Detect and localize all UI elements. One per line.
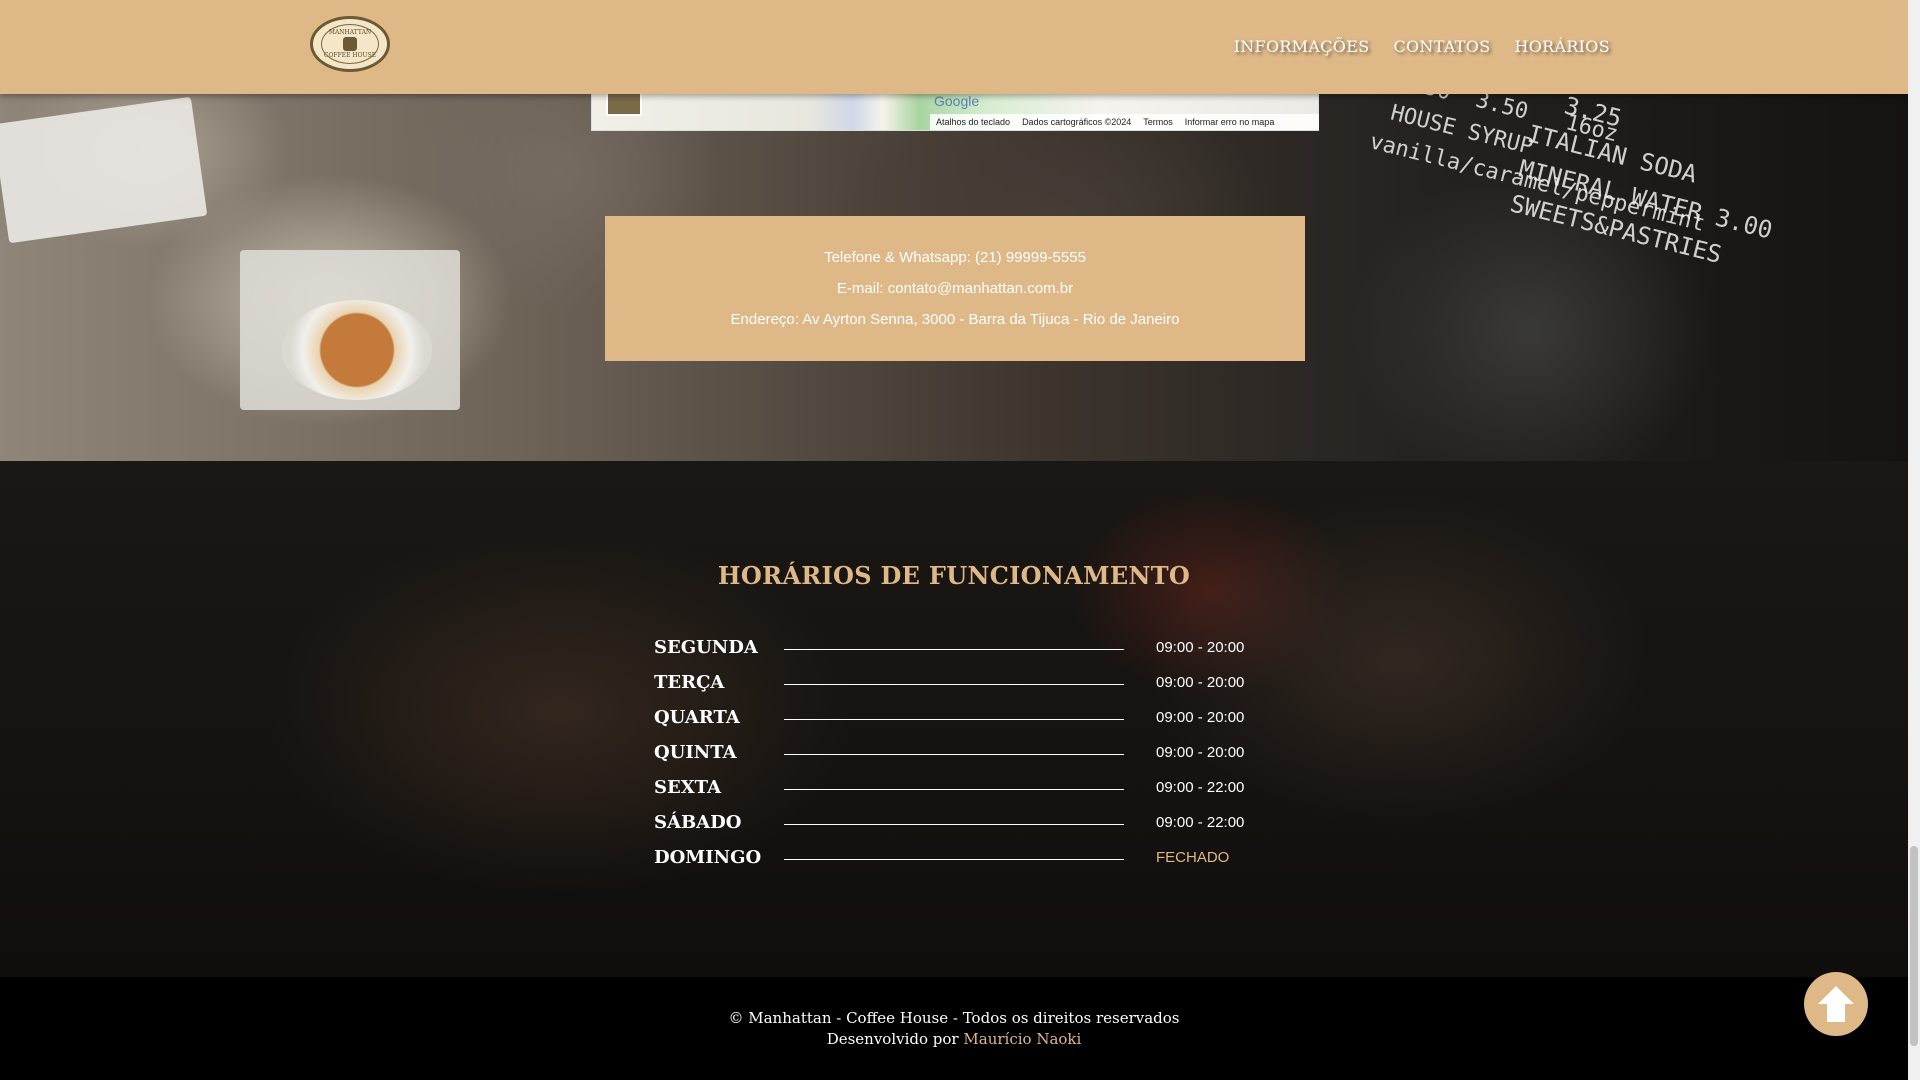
site-logo[interactable]: MANHATTAN COFFEE HOUSE: [310, 16, 390, 72]
hours-row: TERÇA 09:00 - 20:00: [654, 672, 1254, 707]
hours-title: HORÁRIOS DE FUNCIONAMENTO: [717, 561, 1191, 590]
nav-informacoes[interactable]: INFORMAÇÕES: [1234, 37, 1370, 56]
map-report-link[interactable]: Informar erro no mapa: [1185, 117, 1275, 127]
contact-email: E-mail: contato@manhattan.com.br: [836, 280, 1074, 297]
map-terms-link[interactable]: Termos: [1143, 117, 1173, 127]
hours-divider: [784, 649, 1124, 650]
hours-row: QUINTA 09:00 - 20:00: [654, 742, 1254, 777]
site-header: MANHATTAN COFFEE HOUSE INFORMAÇÕES CONTA…: [0, 0, 1908, 94]
background-pizza-plate: [282, 300, 432, 400]
footer-copyright: © Manhattan - Coffee House - Todos os di…: [728, 1009, 1180, 1027]
hours-day: QUARTA: [654, 707, 740, 728]
map-data-label: Dados cartográficos ©2024: [1022, 117, 1132, 127]
contact-address: Endereço: Av Ayrton Senna, 3000 - Barra …: [730, 311, 1180, 328]
back-to-top-button[interactable]: [1804, 972, 1868, 1036]
hours-divider: [784, 684, 1124, 685]
logo-text-top: MANHATTAN: [328, 28, 372, 36]
hours-time: 09:00 - 22:00: [1156, 814, 1245, 831]
hours-time-closed: FECHADO: [1156, 849, 1230, 866]
hours-row: SEXTA 09:00 - 22:00: [654, 777, 1254, 812]
hours-divider: [784, 719, 1124, 720]
hours-day: SEGUNDA: [654, 637, 758, 658]
scrollbar-thumb[interactable]: [1910, 846, 1918, 1046]
contact-info-box: Telefone & Whatsapp: (21) 99999-5555 E-m…: [605, 216, 1305, 361]
hours-time: 09:00 - 20:00: [1156, 744, 1245, 761]
site-footer: © Manhattan - Coffee House - Todos os di…: [0, 977, 1908, 1080]
hours-list: SEGUNDA 09:00 - 20:00 TERÇA 09:00 - 20:0…: [654, 637, 1254, 882]
google-logo: Google: [934, 93, 980, 109]
nav-contatos[interactable]: CONTATOS: [1393, 37, 1490, 56]
main-nav: INFORMAÇÕES CONTATOS HORÁRIOS: [1234, 37, 1610, 56]
nav-horarios[interactable]: HORÁRIOS: [1514, 37, 1610, 56]
hours-divider: [784, 789, 1124, 790]
hours-time: 09:00 - 20:00: [1156, 674, 1245, 691]
hours-time: 09:00 - 20:00: [1156, 639, 1245, 656]
hours-day: DOMINGO: [654, 847, 762, 868]
background-chalkboard-menu: 3.25 ITALIAN SODA MINERAL WATER 3.00 SWE…: [1507, 84, 1776, 269]
coffee-cup-icon: [343, 37, 357, 51]
hours-row: QUARTA 09:00 - 20:00: [654, 707, 1254, 742]
background-table: [0, 96, 208, 244]
logo-text-bottom: COFFEE HOUSE: [323, 52, 377, 59]
footer-author-link[interactable]: Maurício Naoki: [963, 1030, 1081, 1048]
hours-divider: [784, 824, 1124, 825]
hours-time: 09:00 - 20:00: [1156, 709, 1245, 726]
hours-day: TERÇA: [654, 672, 725, 693]
hours-row: SÁBADO 09:00 - 22:00: [654, 812, 1254, 847]
footer-credits: Desenvolvido por Maurício Naoki: [0, 1030, 1908, 1048]
hours-divider: [784, 754, 1124, 755]
arrow-up-icon: [1818, 986, 1854, 1022]
logo-emblem: MANHATTAN COFFEE HOUSE: [321, 24, 379, 64]
hours-day: SÁBADO: [654, 812, 742, 833]
hours-section: HORÁRIOS DE FUNCIONAMENTO SEGUNDA 09:00 …: [0, 461, 1908, 977]
hours-day: SEXTA: [654, 777, 722, 798]
hours-divider: [784, 859, 1124, 860]
map-attribution: Atalhos do teclado Dados cartográficos ©…: [930, 114, 1319, 130]
hours-time: 09:00 - 22:00: [1156, 779, 1245, 796]
page-scrollbar[interactable]: [1908, 0, 1920, 1080]
footer-developed-by: Desenvolvido por: [826, 1030, 959, 1048]
hours-row: SEGUNDA 09:00 - 20:00: [654, 637, 1254, 672]
map-shortcuts-link[interactable]: Atalhos do teclado: [936, 117, 1010, 127]
hours-row: DOMINGO FECHADO: [654, 847, 1254, 882]
hours-day: QUINTA: [654, 742, 737, 763]
contact-phone: Telefone & Whatsapp: (21) 99999-5555: [824, 249, 1086, 266]
